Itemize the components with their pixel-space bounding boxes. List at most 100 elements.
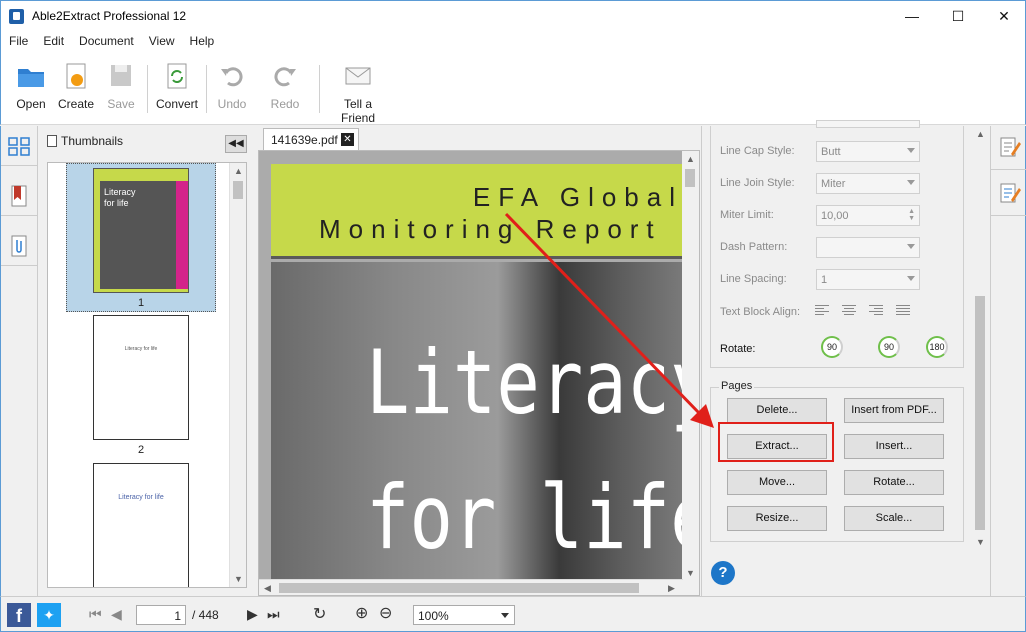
envelope-icon [343,61,373,91]
minimize-button[interactable]: — [889,1,935,31]
properties-scrollbar[interactable]: ▲ ▼ [972,126,989,550]
window-title: Able2Extract Professional 12 [32,9,187,23]
dash-pattern-row: Dash Pattern: [720,237,960,259]
page-total: / 448 [192,608,219,622]
cover-heading-1: EFA Global [472,182,683,212]
insert-pages-button[interactable]: Insert... [844,434,944,459]
document-view[interactable]: EFA Global Monitoring Report Literacy fo… [258,150,700,596]
delete-pages-button[interactable]: Delete... [727,398,827,423]
align-center-icon[interactable] [842,305,856,317]
save-icon [106,61,136,91]
edit-properties-icon[interactable] [991,126,1026,170]
pages-group: Pages Delete... Insert from PDF... Extra… [710,380,964,542]
thumbnails-panel: Thumbnails ◀◀ Literacy for life 1 Litera… [39,126,255,596]
convert-button[interactable]: Convert [155,61,199,121]
miter-limit-input[interactable]: 10,00 ▲ ▼ [816,205,920,226]
thumbnail-scrollbar[interactable]: ▲ ▼ [229,163,246,587]
menu-help[interactable]: Help [182,31,222,48]
undo-icon [217,61,247,91]
resize-pages-button[interactable]: Resize... [727,506,827,531]
cover-title-2: for life [366,466,700,569]
extract-highlight-box [718,422,834,462]
title-bar: Able2Extract Professional 12 — ☐ ✕ [0,0,1026,31]
create-button[interactable]: Create [56,61,96,121]
bookmark-icon[interactable] [1,176,38,216]
menu-bar: File Edit Document View Help [0,31,1026,51]
cover-title-1: Literacy [366,331,700,434]
app-icon [9,9,24,24]
collapse-panel-button[interactable]: ◀◀ [225,135,247,153]
redo-button[interactable]: Redo [268,61,302,121]
facebook-icon[interactable]: f [7,603,31,627]
insert-from-pdf-button[interactable]: Insert from PDF... [844,398,944,423]
edit-document-icon[interactable] [991,172,1026,216]
document-vertical-scrollbar[interactable]: ▲ ▼ [682,151,699,595]
redo-icon [270,61,300,91]
zoom-in-icon[interactable]: ⊕ [355,603,368,623]
document-icon [47,135,57,147]
line-join-select[interactable]: Miter [816,173,920,194]
last-page-icon[interactable]: ⏭ [267,606,280,623]
line-spacing-row: Line Spacing: 1 [720,269,960,291]
convert-icon [162,61,192,91]
line-cap-select[interactable]: Butt [816,141,920,162]
attachment-icon[interactable] [1,226,38,266]
line-properties-group: Line Cap Style: Butt Line Join Style: Mi… [710,120,964,368]
thumbnail-title: Literacy for life [104,187,136,208]
rotate-90-ccw-button[interactable]: 90 [821,336,843,358]
menu-file[interactable]: File [1,31,35,48]
pdf-page: EFA Global Monitoring Report Literacy fo… [271,164,699,584]
undo-button[interactable]: Undo [215,61,249,121]
align-justify-icon[interactable] [896,305,910,317]
thumbnail-page-2[interactable]: Literacy for life 2 [66,315,216,456]
thumbnail-page-3[interactable]: Literacy for life [66,463,216,587]
move-pages-button[interactable]: Move... [727,470,827,495]
thumbnails-panel-toggle[interactable] [1,126,38,166]
right-side-strip [990,126,1026,596]
cover-heading-2: Monitoring Report [319,214,662,244]
miter-limit-row: Miter Limit: 10,00 ▲ ▼ [720,205,960,227]
zoom-select[interactable]: 100% [413,605,515,625]
first-page-icon[interactable]: ⏮ [89,606,102,623]
zoom-out-icon[interactable]: ⊖ [379,603,392,623]
help-button[interactable]: ? [711,561,735,585]
status-bar: f ✦ ⏮ ◀ 1 / 448 ▶ ⏭ ↻ ⊕ ⊖ 100% [0,596,1026,632]
left-side-strip [0,126,38,596]
new-document-icon [61,61,91,91]
rotate-90-cw-button[interactable]: 90 [878,336,900,358]
thumbnails-header: Thumbnails [47,134,217,154]
line-join-row: Line Join Style: Miter [720,173,960,195]
toolbar: Open Create Save Convert Undo Redo Tell … [0,51,1026,125]
tab-document[interactable]: 141639e.pdf ✕ [263,128,359,150]
menu-document[interactable]: Document [71,31,141,48]
thumbnail-list: Literacy for life 1 Literacy for life 2 … [47,162,247,588]
twitter-icon[interactable]: ✦ [37,603,61,627]
line-cap-row: Line Cap Style: Butt [720,141,960,163]
close-tab-icon[interactable]: ✕ [341,133,354,146]
open-button[interactable]: Open [13,61,49,121]
rotate-label: Rotate: [720,343,756,355]
align-right-icon[interactable] [869,305,883,317]
previous-page-icon[interactable]: ◀ [111,606,122,623]
menu-view[interactable]: View [141,31,182,48]
menu-edit[interactable]: Edit [35,31,71,48]
page-number-input[interactable]: 1 [136,605,186,625]
scale-pages-button[interactable]: Scale... [844,506,944,531]
next-page-icon[interactable]: ▶ [247,606,258,623]
rotate-pages-button[interactable]: Rotate... [844,470,944,495]
tell-a-friend-button[interactable]: Tell a Friend [327,61,389,125]
close-button[interactable]: ✕ [981,1,1026,31]
document-horizontal-scrollbar[interactable]: ◀ ▶ [259,579,683,595]
rotate-view-icon[interactable]: ↻ [313,604,326,624]
dash-pattern-select[interactable] [816,237,920,258]
text-align-row: Text Block Align: [720,302,960,324]
save-button[interactable]: Save [104,61,138,121]
properties-panel: Line Cap Style: Butt Line Join Style: Mi… [701,120,989,596]
rotate-180-button[interactable]: 180 [926,336,948,358]
thumbnail-page-1[interactable]: Literacy for life 1 [66,163,216,312]
align-left-icon[interactable] [815,305,829,317]
document-area: 141639e.pdf ✕ EFA Global Monitoring Repo… [258,126,700,596]
folder-icon [16,61,46,91]
maximize-button[interactable]: ☐ [935,1,981,31]
line-spacing-select[interactable]: 1 [816,269,920,290]
